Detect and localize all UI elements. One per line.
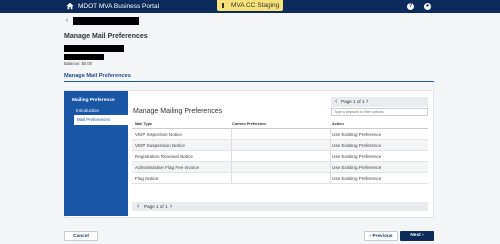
mail-type-cell: VEIP Inspection Notice bbox=[135, 132, 182, 137]
table-row[interactable]: Administrative Flag Fee Invoice Use Exis… bbox=[132, 162, 428, 173]
section-divider bbox=[64, 81, 434, 82]
table-row[interactable]: Flag Notice Use Existing Preference bbox=[132, 173, 428, 184]
column-divider bbox=[330, 129, 331, 139]
back-chevron-icon[interactable]: ‹ bbox=[66, 17, 68, 25]
page-title: Manage Mail Preferences bbox=[64, 33, 148, 40]
column-divider bbox=[330, 140, 331, 150]
pager-status: Page 1 of 1 bbox=[341, 99, 365, 104]
portal-title: MDOT MVA Business Portal bbox=[78, 3, 160, 10]
action-cell[interactable]: Use Existing Preference bbox=[332, 129, 381, 140]
column-header-mail-type: Mail Type bbox=[135, 122, 153, 126]
table-body: VEIP Inspection Notice Use Existing Pref… bbox=[132, 129, 428, 184]
step-introduction[interactable]: Introduction bbox=[76, 108, 99, 113]
column-divider bbox=[231, 173, 232, 183]
mail-type-cell: VEIP Suspension Notice bbox=[135, 143, 185, 148]
stepper-title: Mailing Preference bbox=[72, 98, 115, 103]
mail-type-cell: Flag Notice bbox=[135, 176, 159, 181]
pager-status: Page 1 of 1 bbox=[144, 204, 168, 209]
table-row[interactable]: VEIP Suspension Notice Use Existing Pref… bbox=[132, 140, 428, 151]
search-input[interactable] bbox=[331, 108, 428, 116]
pager-next-chevron-icon[interactable]: › bbox=[170, 202, 172, 211]
content-title: Manage Mailing Preferences bbox=[133, 108, 223, 115]
action-cell[interactable]: Use Existing Preference bbox=[332, 140, 381, 151]
action-cell[interactable]: Use Existing Preference bbox=[332, 151, 381, 162]
step-mail-preferences[interactable]: Mail Preferences bbox=[74, 115, 128, 125]
mail-type-cell: Administrative Flag Fee Invoice bbox=[135, 165, 200, 170]
mail-preferences-table: Mail Type Current Preference Action VEIP… bbox=[132, 119, 428, 184]
pager-prev-chevron-icon[interactable]: ‹ bbox=[137, 202, 139, 211]
tab-manage-mail-preferences[interactable]: Manage Mail Preferences bbox=[64, 73, 131, 79]
column-header-action: Action bbox=[332, 122, 344, 126]
column-divider bbox=[231, 140, 232, 150]
action-cell[interactable]: Use Existing Preference bbox=[332, 173, 381, 184]
user-icon[interactable]: ● bbox=[424, 3, 431, 10]
environment-marker-icon bbox=[222, 3, 224, 8]
pager-next-chevron-icon[interactable]: › bbox=[366, 97, 368, 107]
redacted-breadcrumb bbox=[73, 17, 139, 25]
cancel-button[interactable]: Cancel bbox=[64, 231, 98, 241]
column-divider bbox=[231, 129, 232, 139]
redacted-account-name bbox=[64, 45, 124, 52]
column-divider bbox=[330, 162, 331, 172]
environment-label: MVA CC Staging bbox=[231, 2, 280, 9]
table-row[interactable]: VEIP Inspection Notice Use Existing Pref… bbox=[132, 129, 428, 140]
column-divider bbox=[231, 151, 232, 161]
previous-button-label: Previous bbox=[372, 234, 393, 239]
environment-badge: MVA CC Staging bbox=[217, 0, 283, 11]
action-cell[interactable]: Use Existing Preference bbox=[332, 162, 381, 173]
mail-type-cell: Registration Renewal Notice bbox=[135, 154, 193, 159]
pager-bottom: ‹ Page 1 of 1 › bbox=[132, 202, 428, 211]
pager-prev-chevron-icon[interactable]: ‹ bbox=[335, 97, 337, 107]
next-button-label: Next bbox=[410, 233, 421, 238]
table-header: Mail Type Current Preference Action bbox=[132, 119, 428, 129]
column-divider bbox=[330, 151, 331, 161]
account-balance: Balance: $0.00 bbox=[64, 61, 92, 66]
column-divider bbox=[330, 173, 331, 183]
previous-button[interactable]: ‹ Previous bbox=[364, 231, 398, 241]
home-icon[interactable] bbox=[66, 2, 74, 10]
pager-top: ‹ Page 1 of 1 › bbox=[331, 97, 428, 107]
help-icon[interactable]: ? bbox=[407, 3, 414, 10]
table-row[interactable]: Registration Renewal Notice Use Existing… bbox=[132, 151, 428, 162]
column-header-current-preference: Current Preference bbox=[232, 122, 267, 126]
column-divider bbox=[231, 162, 232, 172]
next-button[interactable]: Next › bbox=[400, 231, 434, 241]
redacted-account-id bbox=[64, 54, 104, 60]
top-navigation-bar: MDOT MVA Business Portal MVA CC Staging … bbox=[0, 0, 500, 13]
